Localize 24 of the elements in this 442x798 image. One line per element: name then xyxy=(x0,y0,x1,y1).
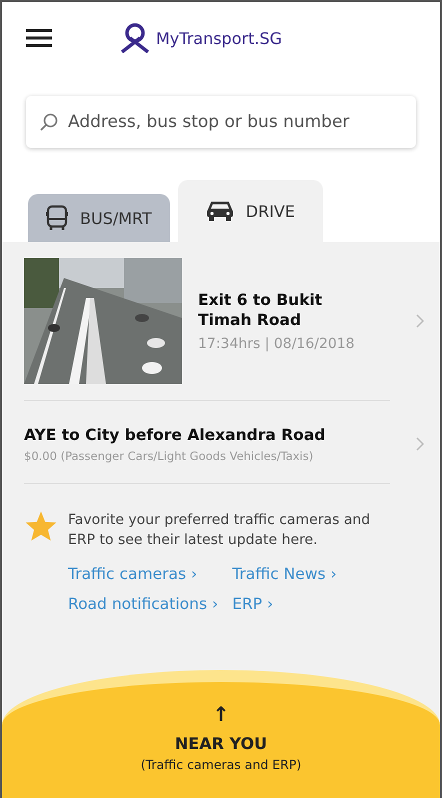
favorites-message: Favorite your preferred traffic cameras and ERP to see their latest update here. xyxy=(68,511,372,550)
tab[interactable]: DRIVE xyxy=(178,180,323,242)
bus-icon xyxy=(46,205,68,231)
tab[interactable]: BUS/MRT xyxy=(28,194,170,242)
near-you-title: NEAR YOU xyxy=(174,734,268,753)
near-you-subtitle: (Traffic cameras and ERP) xyxy=(140,757,302,772)
logo-icon xyxy=(118,23,152,53)
chevron-icon[interactable] xyxy=(416,314,424,328)
link[interactable]: Traffic cameras › xyxy=(68,564,218,583)
star-icon xyxy=(24,510,58,542)
menu-icon[interactable] xyxy=(26,29,52,47)
up-arrow-icon: ↑ xyxy=(212,704,230,724)
camera-timestamp: 17:34hrs | 08/16/2018 xyxy=(198,336,356,352)
car-icon xyxy=(206,200,234,222)
camera-title: Exit 6 to Bukit Timah Road xyxy=(198,290,324,330)
search-field[interactable]: Address, bus stop or bus number xyxy=(26,96,416,148)
near-you-panel[interactable]: ↑ NEAR YOU (Traffic cameras and ERP) xyxy=(2,670,440,798)
chevron-icon[interactable] xyxy=(416,437,424,452)
link[interactable]: ERP › xyxy=(232,594,337,613)
erp-rate: $0.00 (Passenger Cars/Light Goods Vehicles/Taxis) xyxy=(24,449,314,464)
app-title: MyTransport.SG xyxy=(156,28,282,48)
link[interactable]: Road notifications › xyxy=(68,594,218,613)
link[interactable]: Traffic News › xyxy=(232,564,337,583)
erp-title: AYE to City before Alexandra Road xyxy=(24,425,326,446)
